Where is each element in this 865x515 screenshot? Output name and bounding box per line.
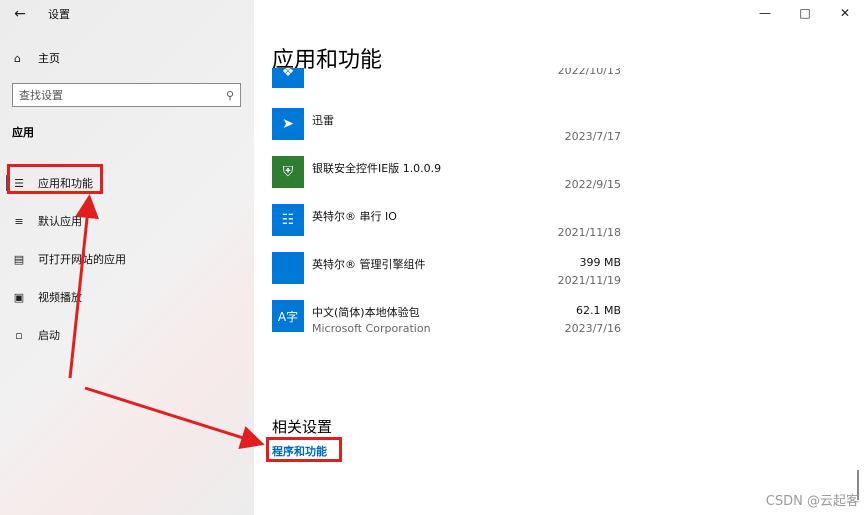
app-size: 62.1 MB bbox=[575, 304, 621, 317]
title-bar: ← 设置 bbox=[0, 0, 254, 28]
watermark: CSDN @云起客 bbox=[765, 494, 859, 509]
app-date: 2021/11/19 bbox=[557, 274, 621, 287]
app-name: 银联安全控件IE版 1.0.0.9 bbox=[312, 162, 442, 175]
window-controls: — □ ✕ bbox=[745, 0, 865, 26]
app-name: 英特尔® 管理引擎组件 bbox=[312, 258, 426, 271]
video-icon: ▣ bbox=[13, 290, 25, 304]
app-size: 399 MB bbox=[579, 256, 621, 269]
app-row[interactable]: ☷ 英特尔® 串行 IO 2021/11/18 bbox=[272, 200, 621, 248]
app-date: 2023/7/17 bbox=[564, 130, 621, 143]
minimize-icon[interactable]: — bbox=[745, 0, 785, 26]
app-date: 2022/10/13 bbox=[557, 68, 621, 77]
home-label: 主页 bbox=[38, 52, 60, 65]
sidebar-item-startup[interactable]: ▫ 启动 bbox=[0, 316, 254, 354]
app-row[interactable]: ❖ 2022/10/13 bbox=[272, 68, 621, 104]
home-icon: ⌂ bbox=[14, 51, 21, 65]
search-box[interactable]: ⚲ bbox=[12, 83, 241, 107]
search-icon[interactable]: ⚲ bbox=[226, 89, 234, 102]
app-row[interactable]: ⛨ 银联安全控件IE版 1.0.0.9 2022/9/15 bbox=[272, 152, 621, 200]
app-date: 2022/9/15 bbox=[564, 178, 621, 191]
sidebar-item-label: 启动 bbox=[38, 329, 60, 342]
related-settings-title: 相关设置 bbox=[272, 418, 333, 436]
app-date: 2021/11/18 bbox=[557, 226, 621, 239]
app-name: 迅雷 bbox=[312, 114, 334, 127]
sidebar-item-video[interactable]: ▣ 视频播放 bbox=[0, 278, 254, 316]
shield-icon: ⛨ bbox=[272, 156, 304, 188]
sidebar-item-label: 默认应用 bbox=[38, 215, 82, 228]
maximize-icon[interactable]: □ bbox=[785, 0, 825, 26]
app-row[interactable]: A字 中文(简体)本地体验包 Microsoft Corporation 62.… bbox=[272, 296, 621, 338]
close-icon[interactable]: ✕ bbox=[825, 0, 865, 26]
language-pack-icon: A字 bbox=[272, 300, 304, 332]
sidebar-item-home[interactable]: ⌂ 主页 bbox=[0, 45, 254, 71]
highlight-box-programs bbox=[266, 437, 342, 462]
app-tile-icon bbox=[272, 252, 304, 284]
sidebar-item-label: 视频播放 bbox=[38, 291, 82, 304]
section-title: 应用 bbox=[12, 126, 34, 139]
intel-serial-icon: ☷ bbox=[272, 204, 304, 236]
app-name: 中文(简体)本地体验包 bbox=[312, 306, 420, 319]
sidebar-item-label: 可打开网站的应用 bbox=[38, 253, 126, 266]
app-date: 2023/7/16 bbox=[564, 322, 621, 335]
default-apps-icon: ≡ bbox=[14, 214, 24, 228]
app-publisher: Microsoft Corporation bbox=[312, 322, 431, 335]
back-arrow-icon[interactable]: ← bbox=[0, 0, 40, 28]
app-name: 英特尔® 串行 IO bbox=[312, 210, 397, 223]
settings-sidebar: ← 设置 ⌂ 主页 ⚲ 应用 ☰ 应用和功能 ≡ 默认应用 ▤ 可打开网站的应用… bbox=[0, 0, 254, 515]
open-web-icon: ▤ bbox=[13, 252, 25, 266]
window-title: 设置 bbox=[48, 8, 70, 21]
app-row[interactable]: 英特尔® 管理引擎组件 399 MB 2021/11/19 bbox=[272, 248, 621, 296]
app-row[interactable]: ➤ 迅雷 2023/7/17 bbox=[272, 104, 621, 152]
highlight-box-apps bbox=[7, 164, 103, 194]
app-list: ❖ 2022/10/13 ➤ 迅雷 2023/7/17 ⛨ 银联安全控件IE版 … bbox=[272, 68, 621, 338]
thunder-icon: ➤ bbox=[272, 108, 304, 140]
search-input[interactable] bbox=[19, 88, 226, 102]
sidebar-item-open-web[interactable]: ▤ 可打开网站的应用 bbox=[0, 240, 254, 278]
sidebar-item-default-apps[interactable]: ≡ 默认应用 bbox=[0, 202, 254, 240]
app-icon: ❖ bbox=[272, 68, 304, 88]
main-panel: — □ ✕ 应用和功能 ❖ 2022/10/13 ➤ 迅雷 2023/7/17 … bbox=[254, 0, 865, 515]
startup-icon: ▫ bbox=[15, 328, 23, 342]
